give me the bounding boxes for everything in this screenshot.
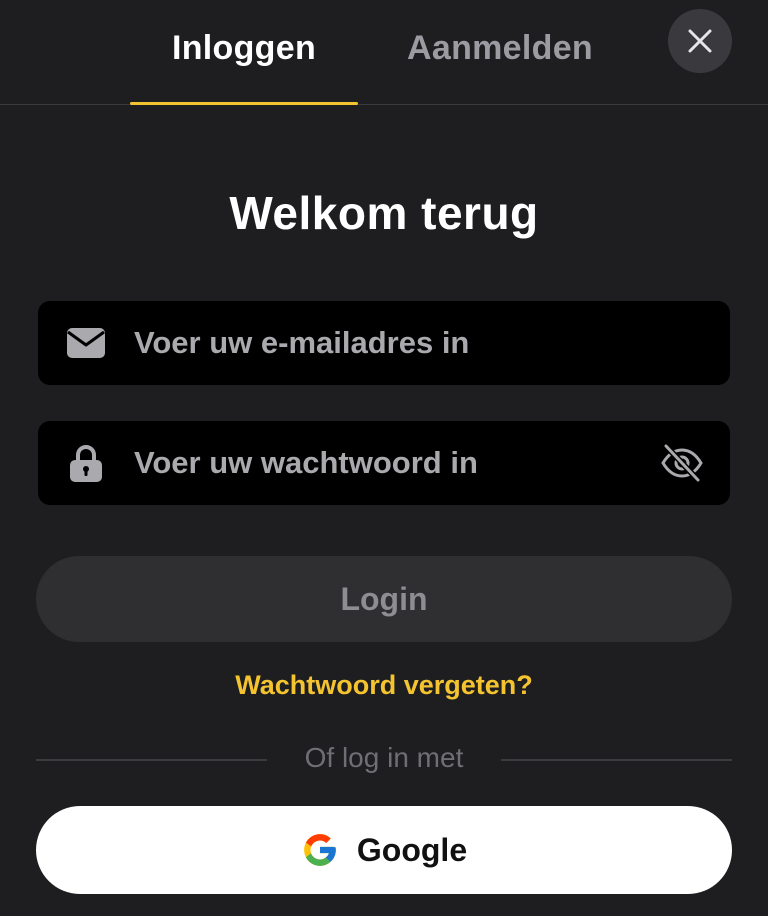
password-input[interactable] (134, 421, 634, 505)
divider-line-right (501, 759, 732, 761)
email-input[interactable] (134, 301, 730, 385)
email-field (38, 301, 730, 385)
tab-login-label: Inloggen (171, 28, 317, 67)
page-title: Welkom terug (229, 187, 539, 239)
tab-register-label: Aanmelden (407, 28, 593, 67)
google-login-button[interactable]: Google (36, 806, 732, 894)
close-button[interactable] (668, 9, 732, 73)
forgot-password-link[interactable]: Wachtwoord vergeten? (0, 670, 768, 701)
lock-icon (38, 421, 134, 505)
envelope-icon (38, 301, 134, 385)
password-field (38, 421, 730, 505)
auth-tabs: Inloggen Aanmelden (0, 0, 768, 105)
divider-text: Of log in met (304, 742, 464, 773)
password-visibility-toggle[interactable] (634, 421, 730, 505)
active-tab-indicator (130, 102, 358, 105)
tab-login[interactable]: Inloggen (130, 0, 358, 105)
login-button[interactable]: Login (36, 556, 732, 642)
google-icon (301, 831, 339, 869)
login-modal: Inloggen Aanmelden Welkom terug Voer uw … (0, 0, 768, 916)
close-icon (688, 29, 712, 53)
eye-slash-icon (661, 443, 703, 483)
divider-line-left (36, 759, 267, 761)
tab-register[interactable]: Aanmelden (380, 0, 620, 104)
google-button-label: Google (356, 831, 468, 868)
